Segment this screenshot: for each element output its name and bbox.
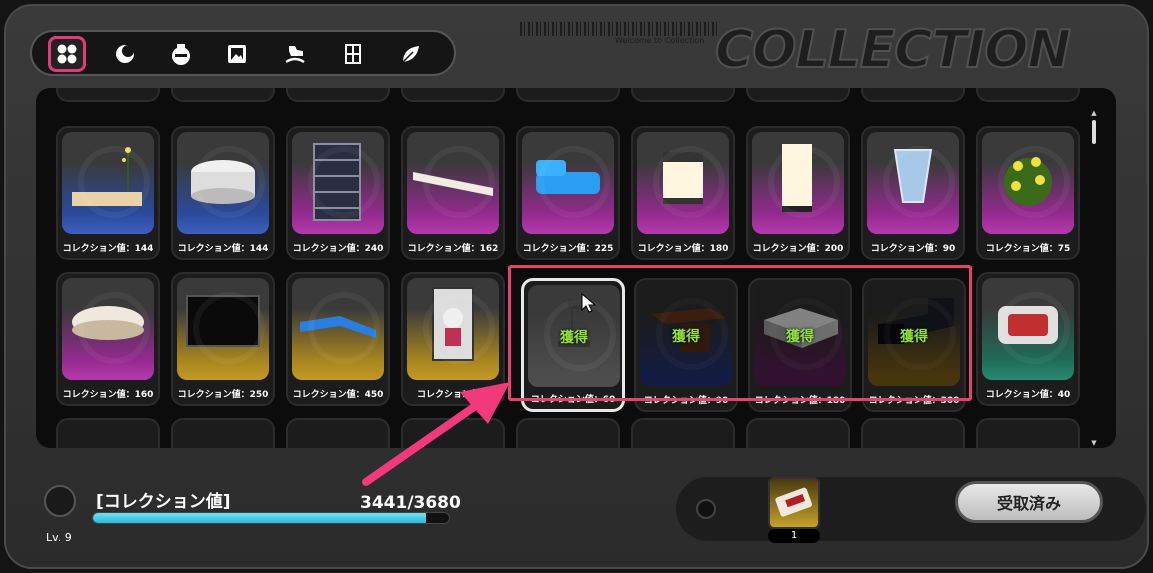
- item-robot-cleaner: [982, 278, 1074, 380]
- collection-value: コレクション値：200: [752, 244, 844, 254]
- item-glass-vase: [867, 132, 959, 234]
- collection-card-partial[interactable]: [286, 88, 390, 102]
- highlight-box: [508, 265, 972, 401]
- barcode-decoration: [520, 22, 720, 36]
- collection-card[interactable]: コレクション値：90: [861, 126, 965, 260]
- reward-indicator: [696, 499, 716, 519]
- collection-value: コレクション値：75: [985, 244, 1071, 254]
- collection-card[interactable]: コレクション値：180: [631, 126, 735, 260]
- collection-card-partial[interactable]: [401, 88, 505, 102]
- collection-value: コレクション値：250: [177, 390, 269, 400]
- collection-card[interactable]: コレクション値：160: [56, 272, 160, 406]
- item-tv-screen: [177, 278, 269, 380]
- scroll-up-icon[interactable]: ▲: [1090, 110, 1098, 117]
- item-round-ottoman: [177, 132, 269, 234]
- collection-card-partial[interactable]: [171, 88, 275, 102]
- collection-card-partial[interactable]: [516, 418, 620, 448]
- item-sectional-sofa: [292, 278, 384, 380]
- item-flower-bush: [982, 132, 1074, 234]
- collection-card[interactable]: コレクション値：144: [56, 126, 160, 260]
- collection-card[interactable]: コレクション値：144: [171, 126, 275, 260]
- scroll-down-icon[interactable]: ▼: [1090, 440, 1098, 447]
- scroll-thumb[interactable]: [1092, 120, 1096, 144]
- footer: Lv. 9 [コレクション値] 3441/3680 1 受取済み: [0, 465, 1153, 565]
- brand-subtitle: Welcome to Collection: [615, 36, 705, 45]
- picture-icon: [228, 45, 246, 63]
- collection-label: [コレクション値]: [96, 492, 231, 512]
- collection-value: コレクション値：180: [637, 244, 729, 254]
- collection-card-partial[interactable]: [746, 418, 850, 448]
- tab-cabinet[interactable]: [334, 36, 372, 72]
- item-blue-sofa: [522, 132, 614, 234]
- collection-card-partial[interactable]: [976, 418, 1080, 448]
- grid-scrollbar[interactable]: ▲ ▼: [1090, 110, 1098, 448]
- collection-value: コレクション値：240: [292, 244, 384, 254]
- tab-all[interactable]: [48, 36, 86, 72]
- collection-card-partial[interactable]: [976, 88, 1080, 102]
- rocking-horse-icon: [285, 46, 305, 64]
- category-tab-bar: [30, 30, 456, 76]
- item-tall-lamp: [752, 132, 844, 234]
- item-bench-with-flowers: [62, 132, 154, 234]
- item-long-bench: [407, 132, 499, 234]
- collection-card-partial[interactable]: [56, 418, 160, 448]
- collection-card-partial[interactable]: [631, 88, 735, 102]
- claimed-button[interactable]: 受取済み: [955, 481, 1103, 523]
- collection-card[interactable]: コレクション値：200: [746, 126, 850, 260]
- level-badge: Lv. 9: [38, 483, 82, 544]
- grid-icon: [57, 44, 77, 64]
- collection-card-partial[interactable]: [746, 88, 850, 102]
- collection-count: 3441/3680: [360, 493, 461, 513]
- item-bookshelf: [292, 132, 384, 234]
- collection-card[interactable]: コレクション値：240: [286, 126, 390, 260]
- collection-card[interactable]: コレクション値：250: [171, 272, 275, 406]
- tab-bowl[interactable]: [162, 36, 200, 72]
- bowl-icon: [172, 44, 190, 65]
- progress-fill: [93, 513, 426, 523]
- collection-value: コレクション値：144: [62, 244, 154, 254]
- leaf-icon: [402, 46, 419, 63]
- brand-title: COLLECTION: [714, 19, 1072, 81]
- tab-leaf[interactable]: [392, 36, 430, 72]
- collection-card-partial[interactable]: [861, 418, 965, 448]
- level-text: Lv. 9: [46, 531, 72, 544]
- collection-value: コレクション値：160: [62, 390, 154, 400]
- collection-card[interactable]: コレクション値：162: [401, 126, 505, 260]
- collection-box-icon: [44, 485, 76, 517]
- collection-value: コレクション値：144: [177, 244, 269, 254]
- item-kidney-table: [62, 278, 154, 380]
- cabinet-icon: [345, 44, 361, 64]
- collection-value: コレクション値：40: [985, 390, 1071, 400]
- tab-rocking-horse[interactable]: [276, 36, 314, 72]
- tab-moon[interactable]: [106, 36, 144, 72]
- collection-card-partial[interactable]: [516, 88, 620, 102]
- collection-progress-bar: [92, 512, 450, 524]
- item-cube-lamp: [637, 132, 729, 234]
- reward-quantity: 1: [768, 529, 820, 543]
- tab-picture[interactable]: [218, 36, 256, 72]
- brand-header: COLLECTION: [714, 12, 1110, 82]
- moon-icon: [116, 45, 134, 63]
- collection-card-partial[interactable]: [56, 88, 160, 102]
- collection-card-partial[interactable]: [171, 418, 275, 448]
- collection-card-partial[interactable]: [861, 88, 965, 102]
- collection-card[interactable]: コレクション値：40: [976, 272, 1080, 406]
- item-figure-box: [407, 278, 499, 380]
- collection-value: コレクション値：162: [407, 244, 499, 254]
- reward-item[interactable]: [768, 477, 820, 529]
- collection-card[interactable]: コレクション値：75: [976, 126, 1080, 260]
- cursor-icon: [581, 292, 597, 313]
- collection-card-partial[interactable]: [631, 418, 735, 448]
- collection-value: コレクション値：225: [522, 244, 614, 254]
- collection-value: コレクション値：90: [870, 244, 956, 254]
- collection-card[interactable]: コレクション値：225: [516, 126, 620, 260]
